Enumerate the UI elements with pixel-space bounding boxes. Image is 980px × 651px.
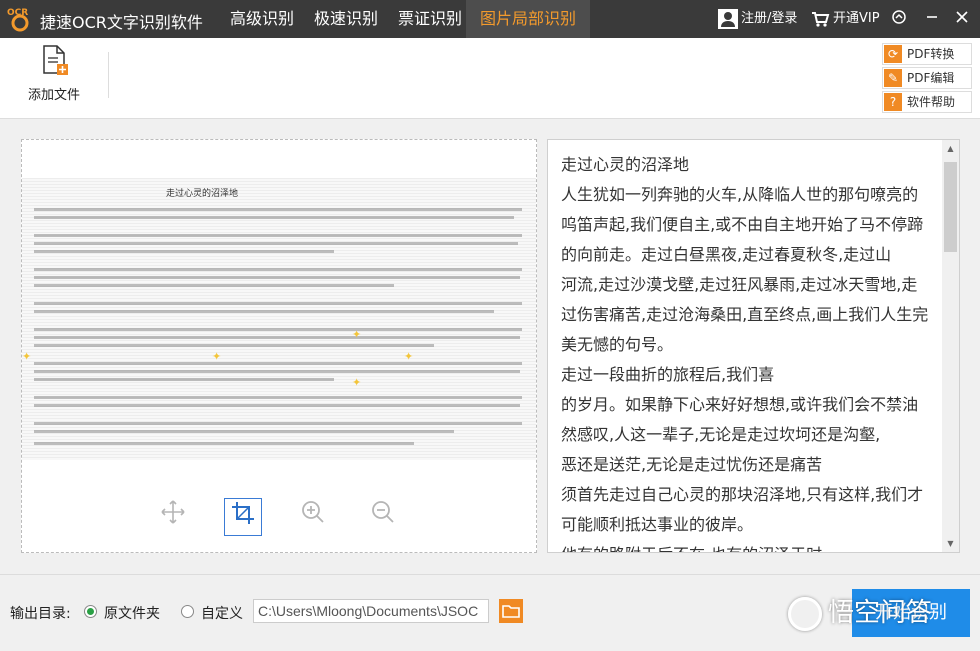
- image-text-line: [34, 276, 520, 279]
- vertical-scrollbar[interactable]: ▲ ▼: [942, 140, 959, 552]
- image-text-line: [34, 234, 522, 237]
- image-preview-panel[interactable]: 走过心灵的沼泽地 ✦ ✦ ✦ ✦ ✦: [21, 139, 537, 553]
- image-text-line: [34, 422, 522, 425]
- crop-handle-icon[interactable]: ✦: [352, 328, 361, 341]
- pencil-icon: ✎: [884, 69, 902, 87]
- image-text-line: [34, 284, 394, 287]
- text-line: 可能顺利抵达事业的彼岸。: [561, 515, 754, 534]
- add-file-label: 添加文件: [27, 88, 80, 103]
- crop-icon[interactable]: [224, 498, 262, 536]
- scroll-up-icon[interactable]: ▲: [942, 140, 959, 157]
- vip-button[interactable]: 开通VIP: [810, 8, 880, 30]
- cart-icon: [810, 9, 830, 29]
- text-line: 人生犹如一列奔驰的火车,从降临人世的那句嘹亮的: [561, 185, 919, 204]
- image-text-line: [34, 370, 520, 373]
- image-text-line: [34, 302, 522, 305]
- vip-label: 开通VIP: [833, 11, 880, 26]
- image-text-line: [34, 336, 520, 339]
- software-help-label: 软件帮助: [907, 95, 956, 109]
- tab-advanced-recognition[interactable]: 高级识别: [220, 0, 304, 38]
- image-text-line: [34, 268, 522, 271]
- add-file-icon: [43, 45, 68, 75]
- title-bar: OCR 捷速OCR文字识别软件 高级识别 极速识别 票证识别 图片局部识别 注册…: [0, 0, 980, 38]
- pdf-convert-label: PDF转换: [907, 47, 955, 61]
- image-text-line: [34, 216, 514, 219]
- pdf-edit-label: PDF编辑: [907, 71, 955, 85]
- image-text-line: [34, 328, 522, 331]
- text-line: 的向前走。走过白昼黑夜,走过春夏秋冬,走过山: [561, 245, 892, 264]
- image-text-line: [34, 208, 522, 211]
- image-text-line: [34, 362, 522, 365]
- add-file-button[interactable]: 添加文件: [18, 44, 90, 103]
- pdf-edit-button[interactable]: ✎ PDF编辑: [882, 67, 972, 89]
- main-area: 走过心灵的沼泽地 ✦ ✦ ✦ ✦ ✦ 走过心灵的沼泽地 人生犹如一列奔驰的火车,…: [0, 119, 980, 574]
- tab-fast-recognition[interactable]: 极速识别: [304, 0, 388, 38]
- image-text-line: [34, 396, 522, 399]
- crop-handle-icon[interactable]: ✦: [212, 350, 221, 363]
- user-icon: [718, 8, 738, 29]
- text-line: 他有的路附于后不在,也有的沼泽于时: [561, 540, 933, 552]
- text-line: 然感叹,人这一辈子,无论是走过坎坷还是沟壑,: [561, 425, 881, 444]
- image-text-line: [34, 250, 334, 253]
- original-folder-radio[interactable]: [84, 605, 97, 618]
- folder-icon[interactable]: [499, 599, 523, 623]
- image-text-line: [34, 378, 334, 381]
- text-line: 过伤害痛苦,走过沧海桑田,直至终点,画上我们人生完: [561, 305, 929, 324]
- scroll-thumb[interactable]: [944, 162, 957, 252]
- scroll-down-icon[interactable]: ▼: [942, 535, 959, 552]
- image-text-line: [34, 242, 518, 245]
- text-line: 的岁月。如果静下心来好好想想,或许我们会不禁油: [561, 395, 919, 414]
- custom-folder-label[interactable]: 自定义: [201, 603, 243, 623]
- login-label: 注册/登录: [741, 11, 798, 26]
- image-text-line: [34, 442, 414, 445]
- crop-handle-icon[interactable]: ✦: [22, 350, 31, 363]
- original-folder-label[interactable]: 原文件夹: [104, 603, 160, 623]
- watermark-logo-icon: [788, 596, 822, 631]
- image-text-line: [34, 344, 434, 347]
- zoom-out-icon[interactable]: [364, 498, 402, 536]
- tab-ticket-recognition[interactable]: 票证识别: [388, 0, 472, 38]
- document-image-title: 走过心灵的沼泽地: [165, 189, 238, 199]
- ocr-logo-icon: OCR: [7, 8, 29, 32]
- custom-folder-radio[interactable]: [181, 605, 194, 618]
- recognized-text-panel[interactable]: 走过心灵的沼泽地 人生犹如一列奔驰的火车,从降临人世的那句嘹亮的 呜笛声起,我们…: [547, 139, 960, 553]
- help-icon: ?: [884, 93, 902, 111]
- toolbar-divider: [108, 52, 109, 98]
- recognized-text[interactable]: 走过心灵的沼泽地 人生犹如一列奔驰的火车,从降临人世的那句嘹亮的 呜笛声起,我们…: [561, 150, 933, 552]
- text-line: 走过心灵的沼泽地: [561, 155, 690, 174]
- login-button[interactable]: 注册/登录: [718, 8, 797, 30]
- refresh-icon: ⟳: [884, 45, 902, 63]
- watermark-text: 悟空问答: [828, 598, 933, 628]
- image-text-line: [34, 430, 454, 433]
- image-text-line: [34, 310, 494, 313]
- tab-partial-image-recognition[interactable]: 图片局部识别: [466, 0, 590, 38]
- output-path-input[interactable]: C:\Users\Mloong\Documents\JSOC: [253, 599, 489, 623]
- crop-handle-icon[interactable]: ✦: [404, 350, 413, 363]
- close-icon[interactable]: [952, 9, 972, 29]
- output-directory-label: 输出目录:: [10, 606, 71, 622]
- text-line: 呜笛声起,我们便自主,或不由自主地开始了马不停蹄: [561, 215, 924, 234]
- settings-icon[interactable]: [889, 9, 909, 29]
- move-icon[interactable]: [154, 498, 192, 536]
- watermark: 悟空问答: [788, 591, 932, 635]
- text-line: 美无憾的句号。: [561, 335, 674, 354]
- toolbar: 添加文件 ⟳ PDF转换 ✎ PDF编辑 ? 软件帮助: [0, 38, 980, 119]
- document-image[interactable]: 走过心灵的沼泽地 ✦ ✦ ✦ ✦ ✦: [22, 178, 536, 460]
- app-title: 捷速OCR文字识别软件: [40, 13, 203, 32]
- text-line: 恶还是送茫,无论是走过忧伤还是痛苦: [561, 455, 823, 474]
- zoom-in-icon[interactable]: [294, 498, 332, 536]
- text-line: 须首先走过自己心灵的那块沼泽地,只有这样,我们才: [561, 485, 924, 504]
- software-help-button[interactable]: ? 软件帮助: [882, 91, 972, 113]
- text-line: 河流,走过沙漠戈壁,走过狂风暴雨,走过冰天雪地,走: [561, 275, 918, 294]
- bottom-bar: 输出目录: 原文件夹 自定义 C:\Users\Mloong\Documents…: [0, 574, 980, 651]
- minimize-icon[interactable]: [922, 9, 942, 29]
- crop-handle-icon[interactable]: ✦: [352, 376, 361, 389]
- image-text-line: [34, 404, 520, 407]
- text-line: 走过一段曲折的旅程后,我们喜: [561, 365, 775, 384]
- pdf-convert-button[interactable]: ⟳ PDF转换: [882, 43, 972, 65]
